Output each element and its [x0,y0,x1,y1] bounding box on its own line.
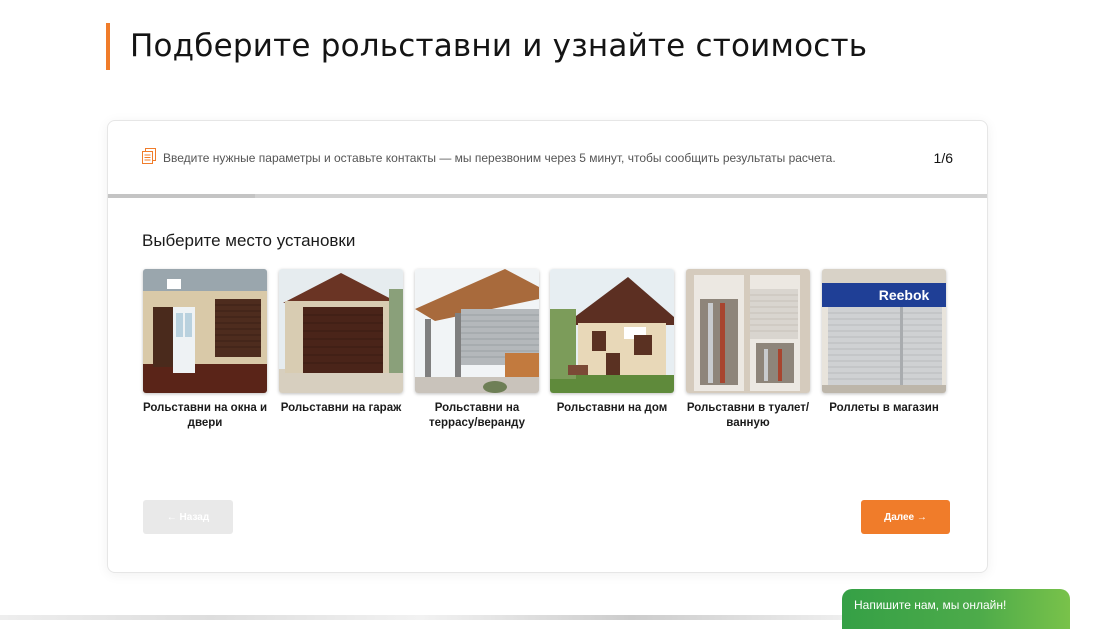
option-house[interactable]: Рольставни на дом [550,269,675,416]
option-label: Рольставни на окна и двери [142,402,268,429]
option-label: Рольставни на гараж [280,402,402,414]
option-label: Рольставни на террасу/веранду [429,402,525,429]
shop-shutters-photo: Reebok [822,269,946,393]
option-list: Рольставни на окна и двери Рольставни на… [143,269,963,449]
progress-fill [108,194,255,198]
option-garage[interactable]: Рольставни на гараж [279,269,404,416]
next-button[interactable]: Далее → [861,500,950,534]
option-label: Рольставни в туалет/ванную [686,402,810,429]
option-bathroom[interactable]: Рольставни в туалет/ванную [686,269,811,431]
option-terrace[interactable]: Рольставни на террасу/веранду [415,269,540,431]
option-label: Рольставни на дом [556,402,668,414]
svg-text:Reebok: Reebok [879,287,930,303]
document-icon [142,148,156,164]
house-shutters-photo [550,269,674,393]
quiz-hint: Введите нужные параметры и оставьте конт… [163,151,836,165]
option-label: Роллеты в магазин [829,402,939,414]
heading-accent-bar [106,22,110,70]
option-windows-doors[interactable]: Рольставни на окна и двери [143,269,268,431]
footer-image-strip [0,615,842,620]
question-title: Выберите место установки [142,231,356,250]
page-title: Подберите рольставни и узнайте стоимость [130,28,868,64]
page-heading: Подберите рольставни и узнайте стоимость [106,22,867,70]
window-door-shutters-photo [143,269,267,393]
bathroom-shutters-photo [686,269,810,393]
back-button[interactable]: ← Назад [143,500,233,534]
terrace-shutters-photo [415,269,539,393]
progress-bar [108,194,987,198]
garage-shutters-photo [279,269,403,393]
option-shop[interactable]: Reebok Роллеты в магазин [822,269,947,416]
chat-label: Напишите нам, мы онлайн! [854,598,1007,612]
chat-widget[interactable]: Напишите нам, мы онлайн! [842,589,1070,629]
step-counter: 1/6 [933,150,953,166]
quiz-header: Введите нужные параметры и оставьте конт… [108,121,987,193]
quiz-card: Введите нужные параметры и оставьте конт… [107,120,988,573]
